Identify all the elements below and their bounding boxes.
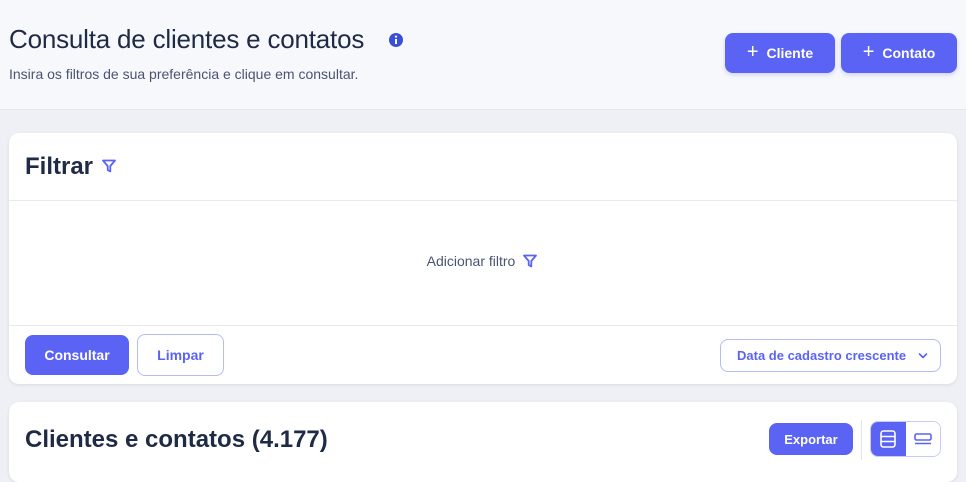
page-title: Consulta de clientes e contatos [9,24,365,54]
limpar-button[interactable]: Limpar [137,334,224,376]
consultar-button[interactable]: Consultar [25,335,129,375]
add-cliente-button[interactable]: + Cliente [725,33,835,73]
add-filter-link[interactable]: Adicionar filtro [9,253,957,269]
add-contato-label: Contato [882,45,936,61]
view-toggle [870,421,941,457]
plus-icon: + [746,41,759,63]
exportar-button[interactable]: Exportar [769,423,853,455]
list-view-icon [913,433,932,445]
filter-icon [102,159,116,173]
divider [9,200,957,201]
add-contato-button[interactable]: + Contato [841,33,957,73]
results-title: Clientes e contatos (4.177) [25,426,328,453]
plus-icon: + [862,41,875,63]
add-filter-label: Adicionar filtro [426,253,516,269]
info-icon[interactable] [388,32,404,48]
sort-select[interactable]: Data de cadastro crescente [720,339,941,372]
page-header: Consulta de clientes e contatos Insira o… [0,0,966,110]
card-view-icon [880,430,897,448]
page-subtitle: Insira os filtros de sua preferência e c… [9,66,359,82]
sort-select-value: Data de cadastro crescente [737,348,907,363]
filter-icon [523,254,538,268]
chevron-down-icon [918,353,928,359]
list-view-button[interactable] [905,422,940,456]
results-card: Clientes e contatos (4.177) Exportar [9,402,957,482]
filter-title: Filtrar [25,153,94,180]
card-view-button[interactable] [871,422,906,456]
filter-card: Filtrar Adicionar filtro Consultar Limpa… [9,133,957,384]
divider [861,420,862,460]
add-cliente-label: Cliente [766,45,814,61]
divider [9,325,957,326]
